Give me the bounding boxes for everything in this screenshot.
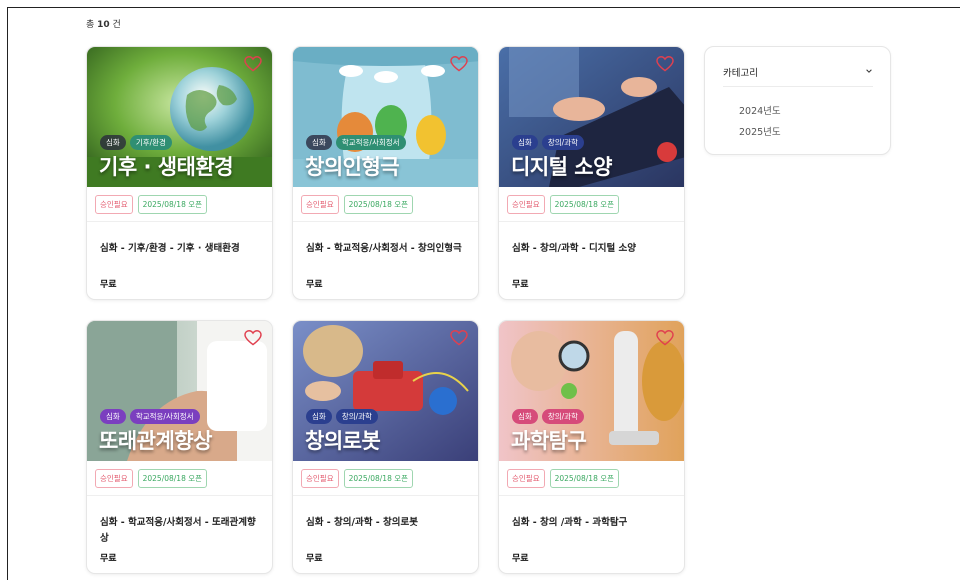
course-name-link[interactable]: 심화 - 학교적응/사회정서 - 또래관계향상 (100, 515, 262, 547)
tag-level: 심화 (512, 409, 538, 424)
approval-required-badge: 승인필요 (301, 195, 339, 214)
approval-required-badge: 승인필요 (95, 195, 133, 214)
badge-row: 승인필요 2025/08/18 오픈 (507, 469, 620, 488)
badge-row: 승인필요 2025/08/18 오픈 (507, 195, 620, 214)
category-sidebar: 카테고리 2024년도 2025년도 (704, 46, 891, 155)
tag-list: 심화 창의/과학 (512, 409, 584, 424)
course-name-link[interactable]: 심화 - 창의/과학 - 창의로봇 (306, 515, 468, 531)
course-name-link[interactable]: 심화 - 학교적응/사회정서 - 창의인형극 (306, 241, 468, 257)
course-price: 무료 (100, 280, 117, 290)
tag-level: 심화 (100, 135, 126, 150)
badge-row: 승인필요 2025/08/18 오픈 (95, 195, 208, 214)
course-name-link[interactable]: 심화 - 창의 /과학 - 과학탐구 (512, 515, 674, 531)
tag-level: 심화 (306, 409, 332, 424)
course-name-link[interactable]: 심화 - 창의/과학 - 디지털 소양 (512, 241, 674, 257)
open-date-badge: 2025/08/18 오픈 (549, 469, 620, 488)
tag-category: 기후/환경 (129, 135, 172, 150)
tag-category: 창의/과학 (541, 409, 584, 424)
heart-outline-icon[interactable] (450, 330, 468, 346)
thumbnail-title: 디지털 소양 (511, 155, 612, 179)
result-count-number: 10 (97, 20, 110, 30)
thumbnail-title: 창의인형극 (305, 155, 400, 179)
tag-list: 심화 학교적응/사회정서 (306, 135, 406, 150)
tag-list: 심화 창의/과학 (306, 409, 378, 424)
course-price: 무료 (306, 280, 323, 290)
open-date-badge: 2025/08/18 오픈 (343, 195, 414, 214)
course-card[interactable]: 심화 학교적응/사회정서 창의인형극 승인필요 2025/08/18 오픈 심화… (292, 46, 479, 300)
open-date-badge: 2025/08/18 오픈 (549, 195, 620, 214)
card-divider (293, 221, 478, 222)
tag-category: 창의/과학 (335, 409, 378, 424)
category-header-label: 카테고리 (723, 68, 758, 79)
course-price: 무료 (512, 554, 529, 564)
course-price: 무료 (306, 554, 323, 564)
course-thumbnail[interactable]: 심화 학교적응/사회정서 창의인형극 (293, 47, 478, 187)
tag-level: 심화 (512, 135, 538, 150)
approval-required-badge: 승인필요 (95, 469, 133, 488)
course-card[interactable]: 심화 창의/과학 과학탐구 승인필요 2025/08/18 오픈 심화 - 창의… (498, 320, 685, 574)
badge-row: 승인필요 2025/08/18 오픈 (95, 469, 208, 488)
course-thumbnail[interactable]: 심화 학교적응/사회정서 또래관계향상 (87, 321, 272, 461)
tag-list: 심화 창의/과학 (512, 135, 584, 150)
course-thumbnail[interactable]: 심화 기후/환경 기후 · 생태환경 (87, 47, 272, 187)
course-thumbnail[interactable]: 심화 창의/과학 디지털 소양 (499, 47, 684, 187)
tag-category: 학교적응/사회정서 (335, 135, 406, 150)
thumbnail-title: 창의로봇 (305, 429, 381, 453)
course-price: 무료 (512, 280, 529, 290)
badge-row: 승인필요 2025/08/18 오픈 (301, 469, 414, 488)
open-date-badge: 2025/08/18 오픈 (343, 469, 414, 488)
chevron-down-icon (866, 69, 872, 73)
approval-required-badge: 승인필요 (301, 469, 339, 488)
card-divider (87, 221, 272, 222)
heart-outline-icon[interactable] (244, 330, 262, 346)
course-card[interactable]: 심화 창의/과학 디지털 소양 승인필요 2025/08/18 오픈 심화 - … (498, 46, 685, 300)
tag-level: 심화 (100, 409, 126, 424)
result-count-suffix: 건 (109, 20, 121, 30)
card-divider (293, 495, 478, 496)
tag-list: 심화 기후/환경 (100, 135, 172, 150)
category-item-2024[interactable]: 2024년도 (739, 103, 781, 117)
thumbnail-title: 또래관계향상 (99, 429, 212, 453)
result-count-prefix: 총 (86, 20, 98, 30)
tag-list: 심화 학교적응/사회정서 (100, 409, 200, 424)
heart-outline-icon[interactable] (244, 56, 262, 72)
course-card[interactable]: 심화 기후/환경 기후 · 생태환경 승인필요 2025/08/18 오픈 심화… (86, 46, 273, 300)
card-divider (499, 495, 684, 496)
card-divider (499, 221, 684, 222)
tag-category: 창의/과학 (541, 135, 584, 150)
thumbnail-title: 과학탐구 (511, 429, 587, 453)
heart-outline-icon[interactable] (656, 330, 674, 346)
heart-outline-icon[interactable] (450, 56, 468, 72)
course-name-link[interactable]: 심화 - 기후/환경 - 기후 · 생태환경 (100, 241, 262, 257)
heart-outline-icon[interactable] (656, 56, 674, 72)
approval-required-badge: 승인필요 (507, 469, 545, 488)
course-price: 무료 (100, 554, 117, 564)
badge-row: 승인필요 2025/08/18 오픈 (301, 195, 414, 214)
thumbnail-title: 기후 · 생태환경 (99, 155, 234, 179)
tag-category: 학교적응/사회정서 (129, 409, 200, 424)
category-dropdown-toggle[interactable]: 카테고리 (723, 65, 873, 87)
open-date-badge: 2025/08/18 오픈 (137, 195, 208, 214)
course-thumbnail[interactable]: 심화 창의/과학 과학탐구 (499, 321, 684, 461)
course-thumbnail[interactable]: 심화 창의/과학 창의로봇 (293, 321, 478, 461)
course-card[interactable]: 심화 학교적응/사회정서 또래관계향상 승인필요 2025/08/18 오픈 심… (86, 320, 273, 574)
course-card[interactable]: 심화 창의/과학 창의로봇 승인필요 2025/08/18 오픈 심화 - 창의… (292, 320, 479, 574)
category-item-2025[interactable]: 2025년도 (739, 124, 781, 138)
tag-level: 심화 (306, 135, 332, 150)
open-date-badge: 2025/08/18 오픈 (137, 469, 208, 488)
approval-required-badge: 승인필요 (507, 195, 545, 214)
result-count: 총 10 건 (86, 17, 121, 30)
card-divider (87, 495, 272, 496)
